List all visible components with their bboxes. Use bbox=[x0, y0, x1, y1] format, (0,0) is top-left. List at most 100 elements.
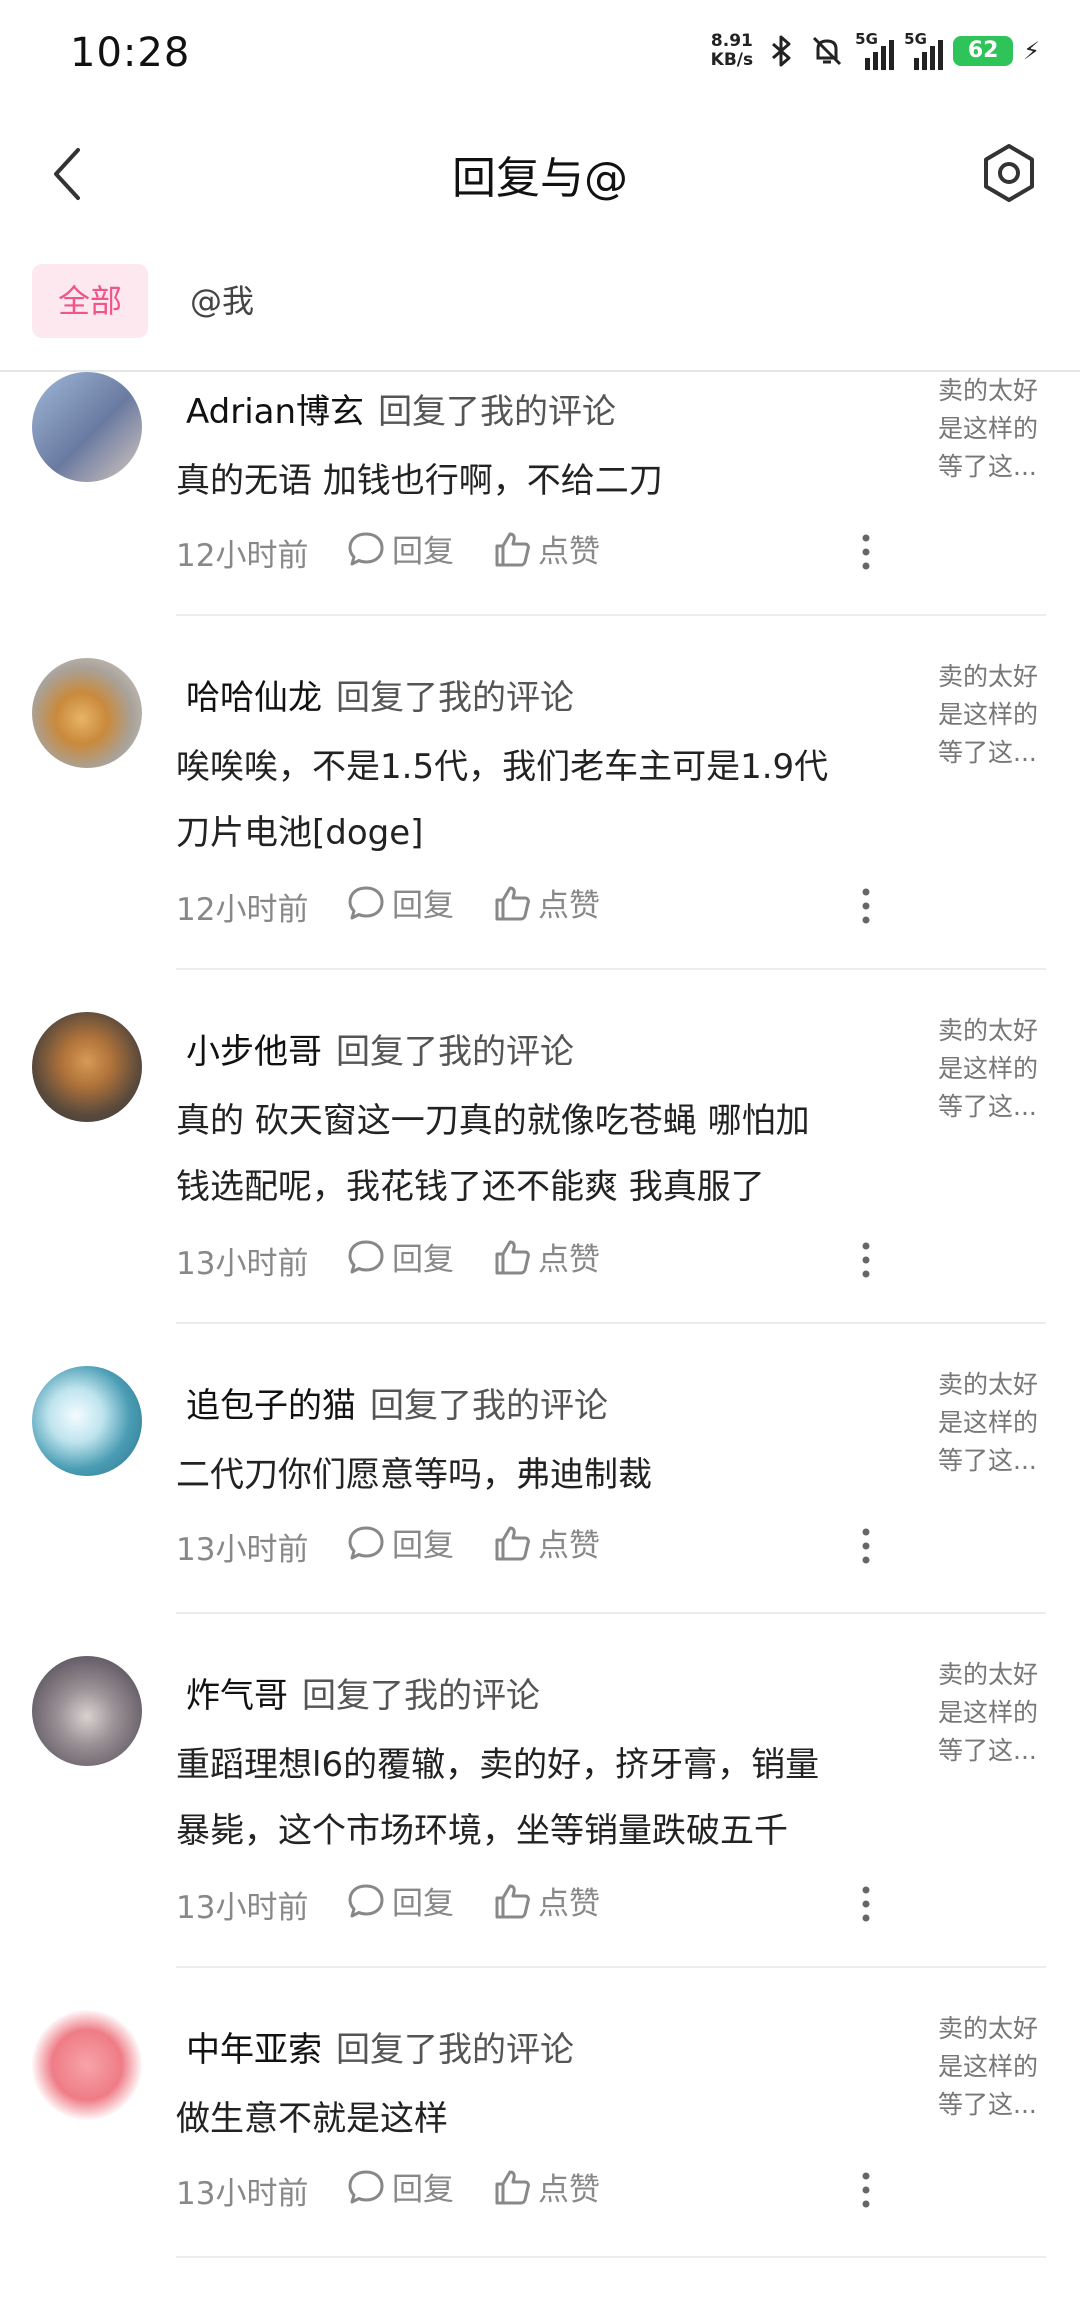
content-line: 重蹈理想l6的覆辙，卖的好，挤牙膏，销量 bbox=[176, 1745, 820, 1785]
more-options-icon[interactable] bbox=[860, 2170, 872, 2210]
reply-button[interactable]: 回复 bbox=[346, 880, 454, 925]
snippet-line: 卖的太好 bbox=[938, 376, 1039, 405]
reply-button[interactable]: 回复 bbox=[346, 1520, 454, 1565]
more-options-icon[interactable] bbox=[860, 532, 872, 572]
network-speed-value: 8.91 bbox=[710, 31, 753, 51]
comment-header: Adrian博玄 回复了我的评论 bbox=[186, 384, 616, 433]
snippet-line: 等了这... bbox=[938, 1446, 1037, 1475]
item-divider bbox=[176, 1966, 1046, 1968]
content-line: 暴毙，这个市场环境，坐等销量跌破五千 bbox=[176, 1811, 788, 1851]
comment-content: 真的无语 加钱也行啊，不给二刀 bbox=[176, 448, 876, 514]
more-options-icon[interactable] bbox=[860, 886, 872, 926]
comment-content: 做生意不就是这样 bbox=[176, 2086, 876, 2152]
list-item[interactable]: 小步他哥 回复了我的评论 真的 砍天窗这一刀真的就像吃苍蝇 哪怕加 钱选配呢，我花… bbox=[0, 1012, 1080, 1326]
comment-bubble-icon bbox=[348, 2170, 384, 2203]
item-divider bbox=[176, 1322, 1046, 1324]
avatar[interactable] bbox=[32, 1366, 142, 1476]
reply-button[interactable]: 回复 bbox=[346, 2164, 454, 2209]
reply-button[interactable]: 回复 bbox=[346, 1234, 454, 1279]
content-line: 二代刀你们愿意等吗，弗迪制裁 bbox=[176, 1455, 652, 1495]
avatar[interactable] bbox=[32, 1012, 142, 1122]
list-item[interactable]: 中年亚索 回复了我的评论 做生意不就是这样 13小时前 回复 点赞 卖的太好 是这… bbox=[0, 2010, 1080, 2260]
status-icons: 8.91 KB/s 5G 5G 62 ⚡ bbox=[711, 26, 1040, 76]
original-comment-snippet[interactable]: 卖的太好 是这样的 等了这... bbox=[938, 372, 1058, 486]
signal-1-label: 5G bbox=[855, 30, 878, 48]
original-comment-snippet[interactable]: 卖的太好 是这样的 等了这... bbox=[938, 1366, 1058, 1480]
original-comment-snippet[interactable]: 卖的太好 是这样的 等了这... bbox=[938, 658, 1058, 772]
timestamp: 13小时前 bbox=[176, 1246, 309, 1282]
item-divider bbox=[176, 614, 1046, 616]
action-text: 回复了我的评论 bbox=[336, 1032, 574, 1072]
like-label: 点赞 bbox=[538, 1886, 600, 1922]
snippet-line: 卖的太好 bbox=[938, 1370, 1039, 1399]
signal-1-icon: 5G bbox=[855, 30, 895, 70]
tab-mentions[interactable]: @我 bbox=[190, 264, 254, 338]
reply-label: 回复 bbox=[392, 888, 454, 924]
snippet-line: 等了这... bbox=[938, 452, 1037, 481]
comment-meta: 13小时前 回复 点赞 bbox=[176, 1520, 896, 1570]
battery-indicator: 62 bbox=[953, 36, 1014, 66]
item-divider bbox=[176, 1612, 1046, 1614]
like-button[interactable]: 点赞 bbox=[492, 1520, 600, 1565]
snippet-line: 是这样的 bbox=[938, 414, 1039, 443]
snippet-line: 等了这... bbox=[938, 2090, 1037, 2119]
comment-meta: 12小时前 回复 点赞 bbox=[176, 880, 896, 930]
avatar[interactable] bbox=[32, 372, 142, 482]
avatar[interactable] bbox=[32, 1656, 142, 1766]
snippet-line: 是这样的 bbox=[938, 1054, 1039, 1083]
username[interactable]: 追包子的猫 bbox=[186, 1386, 356, 1426]
content-line: 做生意不就是这样 bbox=[176, 2099, 448, 2139]
reply-button[interactable]: 回复 bbox=[346, 1878, 454, 1923]
list-item[interactable]: 哈哈仙龙 回复了我的评论 唉唉唉，不是1.5代，我们老车主可是1.9代 刀片电池[… bbox=[0, 658, 1080, 972]
snippet-line: 卖的太好 bbox=[938, 2014, 1039, 2043]
comment-bubble-icon bbox=[348, 1240, 384, 1273]
reply-button[interactable]: 回复 bbox=[346, 526, 454, 571]
snippet-line: 卖的太好 bbox=[938, 662, 1039, 691]
comment-content: 二代刀你们愿意等吗，弗迪制裁 bbox=[176, 1442, 876, 1508]
list-item[interactable]: Adrian博玄 回复了我的评论 真的无语 加钱也行啊，不给二刀 12小时前 回复… bbox=[0, 372, 1080, 618]
username[interactable]: 炸气哥 bbox=[186, 1676, 288, 1716]
content-line: 真的 砍天窗这一刀真的就像吃苍蝇 哪怕加 bbox=[176, 1101, 810, 1141]
charging-icon: ⚡ bbox=[1023, 37, 1040, 65]
original-comment-snippet[interactable]: 卖的太好 是这样的 等了这... bbox=[938, 1012, 1058, 1126]
username[interactable]: 中年亚索 bbox=[186, 2030, 322, 2070]
original-comment-snippet[interactable]: 卖的太好 是这样的 等了这... bbox=[938, 2010, 1058, 2124]
timestamp: 12小时前 bbox=[176, 892, 309, 928]
content-line: 钱选配呢，我花钱了还不能爽 我真服了 bbox=[176, 1167, 765, 1207]
content-line: 刀片电池[doge] bbox=[176, 813, 424, 853]
like-button[interactable]: 点赞 bbox=[492, 880, 600, 925]
comment-header: 哈哈仙龙 回复了我的评论 bbox=[186, 670, 574, 719]
username[interactable]: 哈哈仙龙 bbox=[186, 678, 322, 718]
username[interactable]: Adrian博玄 bbox=[186, 392, 364, 432]
timestamp: 13小时前 bbox=[176, 1532, 309, 1568]
thumbs-up-icon bbox=[495, 1240, 530, 1274]
like-button[interactable]: 点赞 bbox=[492, 1234, 600, 1279]
thumbs-up-icon bbox=[495, 2170, 530, 2204]
snippet-line: 是这样的 bbox=[938, 2052, 1039, 2081]
list-item[interactable]: 追包子的猫 回复了我的评论 二代刀你们愿意等吗，弗迪制裁 13小时前 回复 点赞 … bbox=[0, 1366, 1080, 1616]
more-options-icon[interactable] bbox=[860, 1240, 872, 1280]
original-comment-snippet[interactable]: 卖的太好 是这样的 等了这... bbox=[938, 1656, 1058, 1770]
thumbs-up-icon bbox=[495, 1526, 530, 1560]
like-button[interactable]: 点赞 bbox=[492, 1878, 600, 1923]
comment-content: 重蹈理想l6的覆辙，卖的好，挤牙膏，销量 暴毙，这个市场环境，坐等销量跌破五千 bbox=[176, 1732, 876, 1864]
username[interactable]: 小步他哥 bbox=[186, 1032, 322, 1072]
like-button[interactable]: 点赞 bbox=[492, 526, 600, 571]
timestamp: 13小时前 bbox=[176, 2176, 309, 2212]
mute-bell-icon bbox=[813, 36, 842, 66]
content-line: 唉唉唉，不是1.5代，我们老车主可是1.9代 bbox=[176, 747, 829, 787]
list-item[interactable]: 炸气哥 回复了我的评论 重蹈理想l6的覆辙，卖的好，挤牙膏，销量 暴毙，这个市场环… bbox=[0, 1656, 1080, 1970]
snippet-line: 卖的太好 bbox=[938, 1660, 1039, 1689]
network-speed-unit: KB/s bbox=[710, 50, 754, 70]
like-button[interactable]: 点赞 bbox=[492, 2164, 600, 2209]
thumbs-up-icon bbox=[495, 886, 530, 920]
tab-all[interactable]: 全部 bbox=[32, 264, 148, 338]
avatar[interactable] bbox=[32, 658, 142, 768]
signal-2-icon: 5G bbox=[904, 30, 944, 70]
content-line: 真的无语 加钱也行啊，不给二刀 bbox=[176, 461, 663, 501]
avatar[interactable] bbox=[32, 2010, 142, 2120]
timestamp: 13小时前 bbox=[176, 1890, 309, 1926]
settings-gear-icon[interactable] bbox=[978, 142, 1040, 204]
more-options-icon[interactable] bbox=[860, 1884, 872, 1924]
more-options-icon[interactable] bbox=[860, 1526, 872, 1566]
